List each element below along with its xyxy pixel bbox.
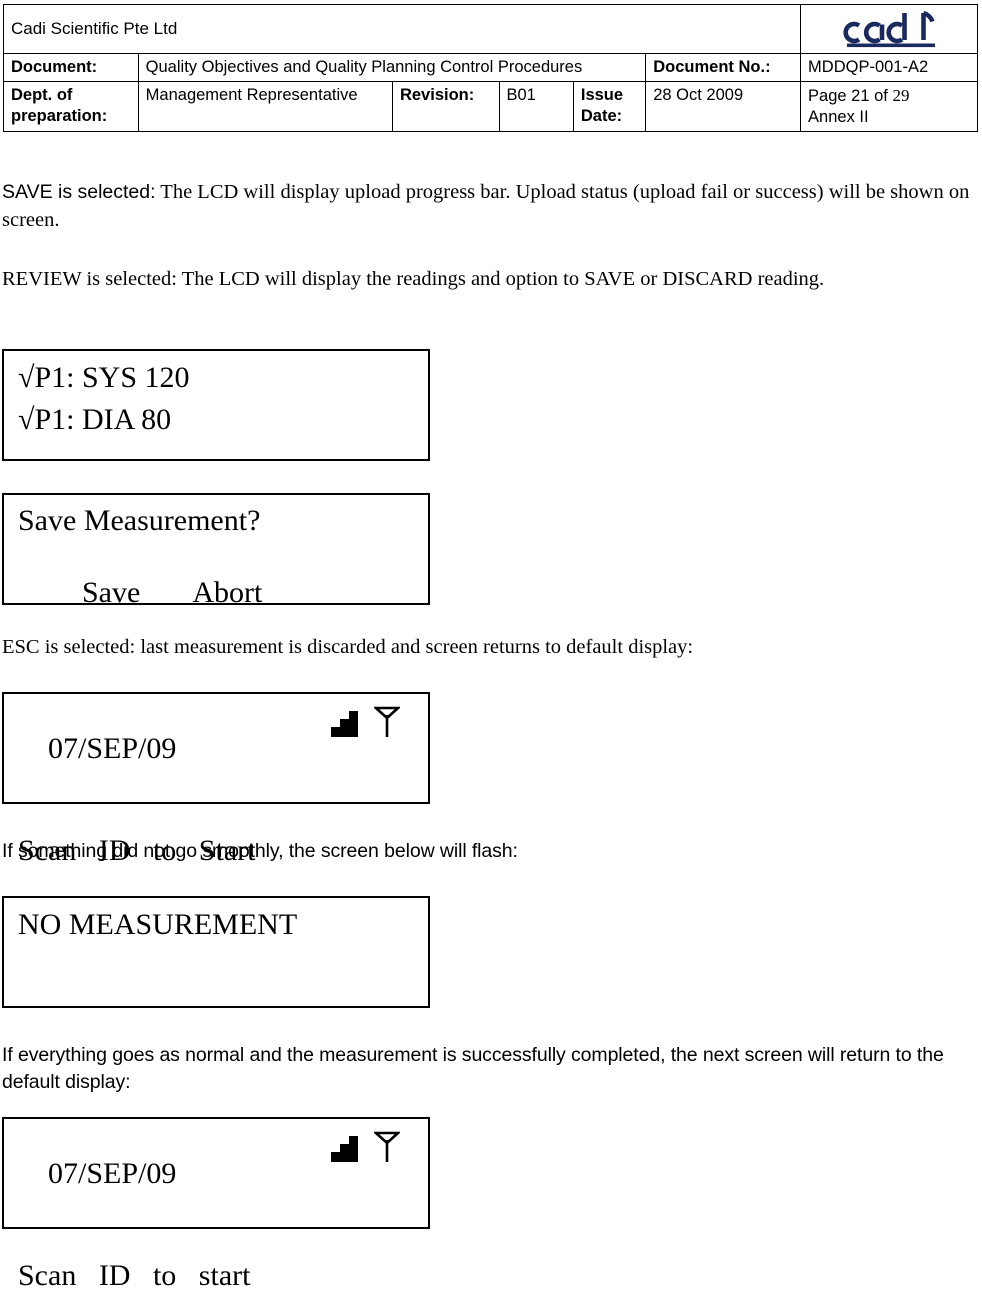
antenna-icon: [374, 706, 400, 737]
lcd-option-abort[interactable]: Abort: [192, 576, 262, 609]
document-header-table: Cadi Scientific Pte Ltd Document: Qualit…: [2, 4, 978, 133]
lcd-save-prompt-options: Save Abort: [4, 548, 428, 638]
save-selected-lead: SAVE is selected:: [2, 181, 156, 203]
lcd-save-prompt-question: Save Measurement?: [18, 504, 261, 537]
document-label: Document:: [3, 52, 139, 83]
paragraph-success-default: If everything goes as normal and the mea…: [2, 1044, 944, 1093]
page-number-cell: Page 21 of 29 Annex II: [800, 81, 978, 133]
paragraph-flash-warning: If something did not go smoothly, the sc…: [2, 840, 518, 862]
cadi-logo-icon: [843, 10, 936, 48]
header-row-dept: Dept. of preparation: Management Represe…: [3, 81, 978, 133]
issue-date-label: Issue Date:: [572, 81, 647, 133]
signal-bars-icon: [331, 1136, 358, 1162]
antenna-icon: [374, 1131, 400, 1162]
lcd-status-icons-1: [330, 706, 402, 738]
document-value: Quality Objectives and Quality Planning …: [137, 52, 647, 83]
page-number-prefix: Page 21 of: [808, 87, 893, 106]
cadi-logo: [800, 4, 978, 54]
lcd-screen-readings: √P1: SYS 120 √P1: DIA 80: [2, 349, 430, 461]
lcd-no-measurement-line-1: NO MEASUREMENT: [18, 908, 298, 941]
document-no-value: MDDQP-001-A2: [800, 52, 978, 83]
page-total: 29: [892, 86, 910, 106]
lcd-screen-default-display-2: 07/SEP/09 Scan ID to start: [2, 1117, 430, 1291]
header-row-company: Cadi Scientific Pte Ltd: [2, 4, 978, 54]
lcd-screen-save-prompt: Save Measurement? Save Abort: [2, 493, 430, 608]
lcd-default-2-date: 07/SEP/09: [48, 1157, 177, 1190]
paragraph-save-selected: SAVE is selected: The LCD will display u…: [2, 178, 977, 235]
lcd-screen-default-display-1: 07/SEP/09 Scan ID to Start: [2, 692, 430, 866]
issue-date-value: 28 Oct 2009: [645, 81, 802, 133]
signal-bars-icon: [331, 711, 358, 737]
lcd-status-icons-2: [330, 1131, 402, 1163]
document-no-label: Document No.:: [645, 52, 802, 83]
annex-label: Annex II: [808, 107, 869, 126]
dept-label: Dept. of preparation:: [3, 81, 139, 133]
lcd-default-2-line-2: Scan ID to start: [18, 1259, 251, 1292]
lcd-option-save[interactable]: Save: [82, 576, 140, 609]
paragraph-esc-selected: ESC is selected: last measurement is dis…: [2, 636, 694, 658]
lcd-default-1-row-date: 07/SEP/09: [4, 704, 428, 824]
revision-value: B01: [498, 81, 574, 133]
lcd-readings-line-2: √P1: DIA 80: [18, 403, 172, 436]
revision-label: Revision:: [391, 81, 500, 133]
company-name: Cadi Scientific Pte Ltd: [2, 4, 802, 54]
paragraph-review-selected: REVIEW is selected: The LCD will display…: [2, 268, 825, 290]
dept-value: Management Representative: [137, 81, 393, 133]
header-row-document: Document: Quality Objectives and Quality…: [3, 52, 978, 83]
lcd-default-1-date: 07/SEP/09: [48, 732, 177, 765]
lcd-default-2-row-date: 07/SEP/09: [4, 1129, 428, 1249]
lcd-readings-line-1: √P1: SYS 120: [18, 361, 190, 394]
lcd-screen-no-measurement: NO MEASUREMENT: [2, 896, 430, 1008]
